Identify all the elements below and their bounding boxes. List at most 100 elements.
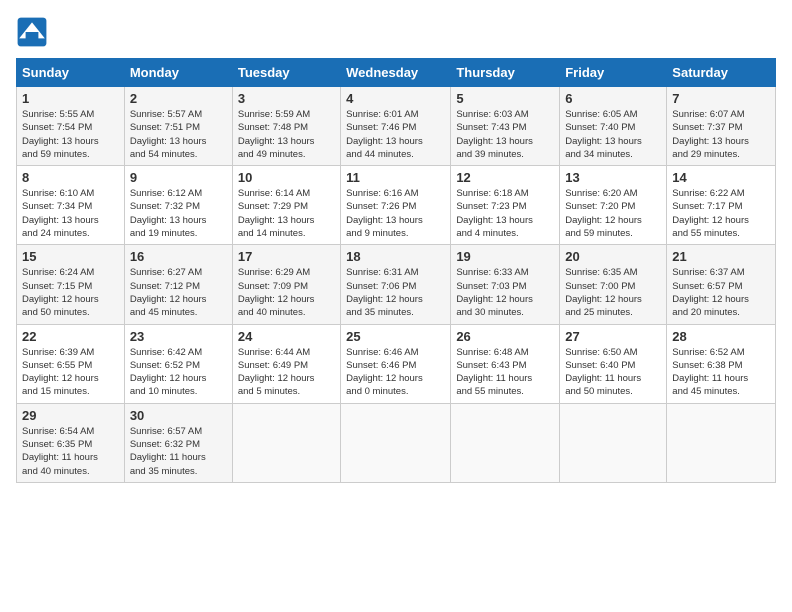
day-cell: 26 Sunrise: 6:48 AMSunset: 6:43 PMDayligh… [451,324,560,403]
day-cell: 9Sunrise: 6:12 AMSunset: 7:32 PMDaylight… [124,166,232,245]
week-row-2: 8Sunrise: 6:10 AMSunset: 7:34 PMDaylight… [17,166,776,245]
column-header-sunday: Sunday [17,59,125,87]
day-info: Sunrise: 6:18 AMSunset: 7:23 PMDaylight:… [456,187,554,240]
column-header-friday: Friday [560,59,667,87]
day-number: 3 [238,91,335,106]
day-cell: 13 Sunrise: 6:20 AMSunset: 7:20 PMDayligh… [560,166,667,245]
day-info: Sunrise: 6:27 AMSunset: 7:12 PMDaylight:… [130,266,227,319]
day-cell: 22Sunrise: 6:39 AMSunset: 6:55 PMDayligh… [17,324,125,403]
day-info: Sunrise: 6:29 AMSunset: 7:09 PMDaylight:… [238,266,335,319]
day-cell: 11 Sunrise: 6:16 AMSunset: 7:26 PMDayligh… [341,166,451,245]
day-number: 4 [346,91,445,106]
day-number: 12 [456,170,554,185]
day-cell: 8Sunrise: 6:10 AMSunset: 7:34 PMDaylight… [17,166,125,245]
logo-icon [16,16,48,48]
week-row-1: 1 Sunrise: 5:55 AMSunset: 7:54 PMDaylight… [17,87,776,166]
day-number: 6 [565,91,661,106]
day-info: Sunrise: 6:01 AMSunset: 7:46 PMDaylight:… [346,108,445,161]
day-number: 24 [238,329,335,344]
day-info: Sunrise: 6:07 AMSunset: 7:37 PMDaylight:… [672,108,770,161]
day-cell: 4 Sunrise: 6:01 AMSunset: 7:46 PMDaylight… [341,87,451,166]
day-cell: 3 Sunrise: 5:59 AMSunset: 7:48 PMDaylight… [232,87,340,166]
day-cell: 30 Sunrise: 6:57 AMSunset: 6:32 PMDayligh… [124,403,232,482]
page-header [16,16,776,48]
day-number: 23 [130,329,227,344]
day-cell: 12 Sunrise: 6:18 AMSunset: 7:23 PMDayligh… [451,166,560,245]
logo [16,16,52,48]
day-number: 2 [130,91,227,106]
day-info: Sunrise: 6:14 AMSunset: 7:29 PMDaylight:… [238,187,335,240]
day-cell: 1 Sunrise: 5:55 AMSunset: 7:54 PMDaylight… [17,87,125,166]
day-info: Sunrise: 5:59 AMSunset: 7:48 PMDaylight:… [238,108,335,161]
day-number: 7 [672,91,770,106]
calendar-table: SundayMondayTuesdayWednesdayThursdayFrid… [16,58,776,483]
week-row-3: 15Sunrise: 6:24 AMSunset: 7:15 PMDayligh… [17,245,776,324]
day-info: Sunrise: 6:10 AMSunset: 7:34 PMDaylight:… [22,187,119,240]
day-number: 20 [565,249,661,264]
day-info: Sunrise: 6:03 AMSunset: 7:43 PMDaylight:… [456,108,554,161]
day-info: Sunrise: 6:39 AMSunset: 6:55 PMDaylight:… [22,346,119,399]
day-number: 11 [346,170,445,185]
day-cell: 23 Sunrise: 6:42 AMSunset: 6:52 PMDayligh… [124,324,232,403]
day-info: Sunrise: 5:57 AMSunset: 7:51 PMDaylight:… [130,108,227,161]
day-cell: 28 Sunrise: 6:52 AMSunset: 6:38 PMDayligh… [667,324,776,403]
day-cell [560,403,667,482]
day-info: Sunrise: 6:35 AMSunset: 7:00 PMDaylight:… [565,266,661,319]
day-info: Sunrise: 6:57 AMSunset: 6:32 PMDaylight:… [130,425,227,478]
day-cell: 2 Sunrise: 5:57 AMSunset: 7:51 PMDaylight… [124,87,232,166]
day-cell: 7 Sunrise: 6:07 AMSunset: 7:37 PMDaylight… [667,87,776,166]
day-info: Sunrise: 6:54 AMSunset: 6:35 PMDaylight:… [22,425,119,478]
day-cell: 20 Sunrise: 6:35 AMSunset: 7:00 PMDayligh… [560,245,667,324]
day-number: 27 [565,329,661,344]
day-cell: 27 Sunrise: 6:50 AMSunset: 6:40 PMDayligh… [560,324,667,403]
day-number: 5 [456,91,554,106]
day-number: 14 [672,170,770,185]
day-cell: 18Sunrise: 6:31 AMSunset: 7:06 PMDayligh… [341,245,451,324]
day-info: Sunrise: 6:42 AMSunset: 6:52 PMDaylight:… [130,346,227,399]
day-cell: 10 Sunrise: 6:14 AMSunset: 7:29 PMDayligh… [232,166,340,245]
column-header-saturday: Saturday [667,59,776,87]
day-cell: 25 Sunrise: 6:46 AMSunset: 6:46 PMDayligh… [341,324,451,403]
day-number: 30 [130,408,227,423]
day-cell [341,403,451,482]
day-number: 29 [22,408,119,423]
day-info: Sunrise: 6:24 AMSunset: 7:15 PMDaylight:… [22,266,119,319]
day-cell: 17 Sunrise: 6:29 AMSunset: 7:09 PMDayligh… [232,245,340,324]
day-cell: 5 Sunrise: 6:03 AMSunset: 7:43 PMDaylight… [451,87,560,166]
day-cell: 19 Sunrise: 6:33 AMSunset: 7:03 PMDayligh… [451,245,560,324]
day-info: Sunrise: 6:44 AMSunset: 6:49 PMDaylight:… [238,346,335,399]
day-info: Sunrise: 6:52 AMSunset: 6:38 PMDaylight:… [672,346,770,399]
column-header-wednesday: Wednesday [341,59,451,87]
day-info: Sunrise: 5:55 AMSunset: 7:54 PMDaylight:… [22,108,119,161]
day-number: 19 [456,249,554,264]
day-info: Sunrise: 6:22 AMSunset: 7:17 PMDaylight:… [672,187,770,240]
calendar-header-row: SundayMondayTuesdayWednesdayThursdayFrid… [17,59,776,87]
day-info: Sunrise: 6:31 AMSunset: 7:06 PMDaylight:… [346,266,445,319]
day-info: Sunrise: 6:50 AMSunset: 6:40 PMDaylight:… [565,346,661,399]
day-info: Sunrise: 6:20 AMSunset: 7:20 PMDaylight:… [565,187,661,240]
day-info: Sunrise: 6:48 AMSunset: 6:43 PMDaylight:… [456,346,554,399]
day-number: 16 [130,249,227,264]
day-cell: 24 Sunrise: 6:44 AMSunset: 6:49 PMDayligh… [232,324,340,403]
column-header-monday: Monday [124,59,232,87]
day-cell: 15Sunrise: 6:24 AMSunset: 7:15 PMDayligh… [17,245,125,324]
day-number: 10 [238,170,335,185]
day-info: Sunrise: 6:05 AMSunset: 7:40 PMDaylight:… [565,108,661,161]
week-row-4: 22Sunrise: 6:39 AMSunset: 6:55 PMDayligh… [17,324,776,403]
day-info: Sunrise: 6:46 AMSunset: 6:46 PMDaylight:… [346,346,445,399]
day-number: 26 [456,329,554,344]
day-cell: 29 Sunrise: 6:54 AMSunset: 6:35 PMDayligh… [17,403,125,482]
day-info: Sunrise: 6:16 AMSunset: 7:26 PMDaylight:… [346,187,445,240]
column-header-tuesday: Tuesday [232,59,340,87]
day-number: 25 [346,329,445,344]
day-info: Sunrise: 6:37 AMSunset: 6:57 PMDaylight:… [672,266,770,319]
day-number: 1 [22,91,119,106]
day-cell [451,403,560,482]
day-number: 28 [672,329,770,344]
day-info: Sunrise: 6:33 AMSunset: 7:03 PMDaylight:… [456,266,554,319]
day-number: 21 [672,249,770,264]
day-cell: 16 Sunrise: 6:27 AMSunset: 7:12 PMDayligh… [124,245,232,324]
day-cell [232,403,340,482]
day-number: 17 [238,249,335,264]
day-number: 13 [565,170,661,185]
